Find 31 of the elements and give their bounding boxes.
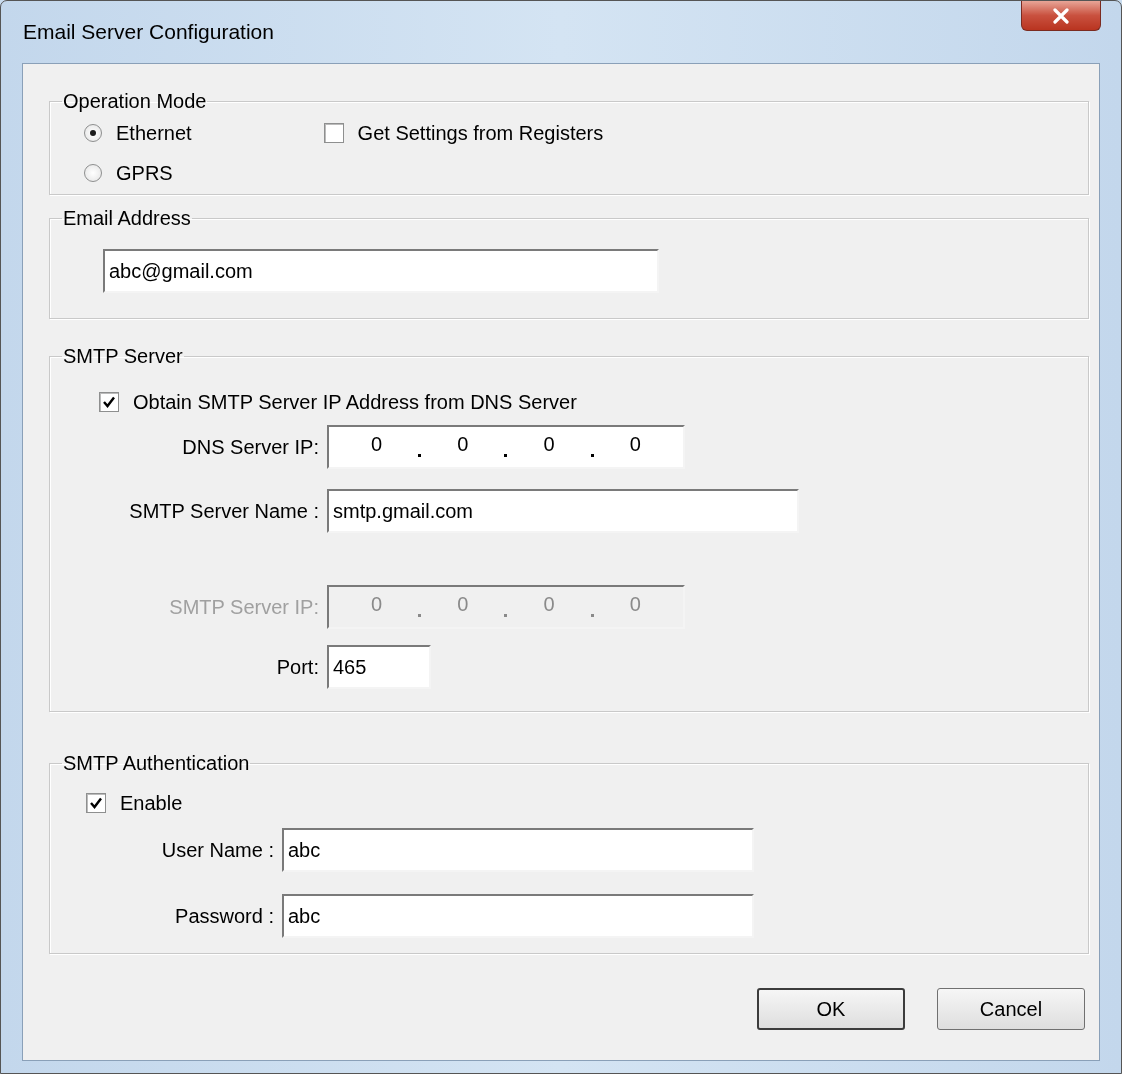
radio-button[interactable] — [84, 124, 102, 142]
radio-label: GPRS — [116, 161, 173, 185]
checkbox-label: Obtain SMTP Server IP Address from DNS Server — [133, 390, 577, 414]
field-label: User Name : — [160, 838, 274, 862]
ip-address-field[interactable]: 0 0 0 0 — [327, 425, 685, 469]
group-title: Email Address — [62, 207, 192, 229]
checkbox[interactable] — [86, 793, 106, 813]
group-title: Operation Mode — [62, 90, 208, 112]
cancel-button[interactable]: Cancel — [937, 988, 1085, 1030]
group-title: SMTP Authentication — [62, 752, 251, 774]
server-name-field[interactable]: smtp.gmail.com — [327, 489, 799, 533]
field-label: SMTP Server Name : — [128, 499, 319, 523]
email-field[interactable]: abc@gmail.com — [103, 249, 659, 293]
checkbox-label: Enable — [120, 791, 183, 815]
group-title: SMTP Server — [62, 345, 184, 367]
field-label: DNS Server IP: — [181, 435, 319, 459]
port-field[interactable]: 465 — [327, 645, 431, 689]
user-name-field[interactable]: abc — [282, 828, 754, 872]
checkbox[interactable] — [323, 123, 344, 143]
field-label: Password : — [174, 904, 274, 928]
checkbox[interactable] — [99, 392, 119, 412]
close-icon — [1052, 7, 1070, 24]
password-field[interactable]: abc — [282, 894, 754, 938]
field-label: Port: — [275, 655, 319, 679]
checkbox-label: Get Settings from Registers — [357, 121, 604, 145]
field-label: SMTP Server IP: — [168, 595, 319, 619]
ok-button[interactable]: OK — [757, 988, 905, 1030]
window-title: Email Server Configuration — [23, 20, 274, 44]
radio-button[interactable] — [84, 164, 102, 182]
radio-label: Ethernet — [116, 121, 192, 145]
close-button[interactable] — [1021, 1, 1101, 31]
